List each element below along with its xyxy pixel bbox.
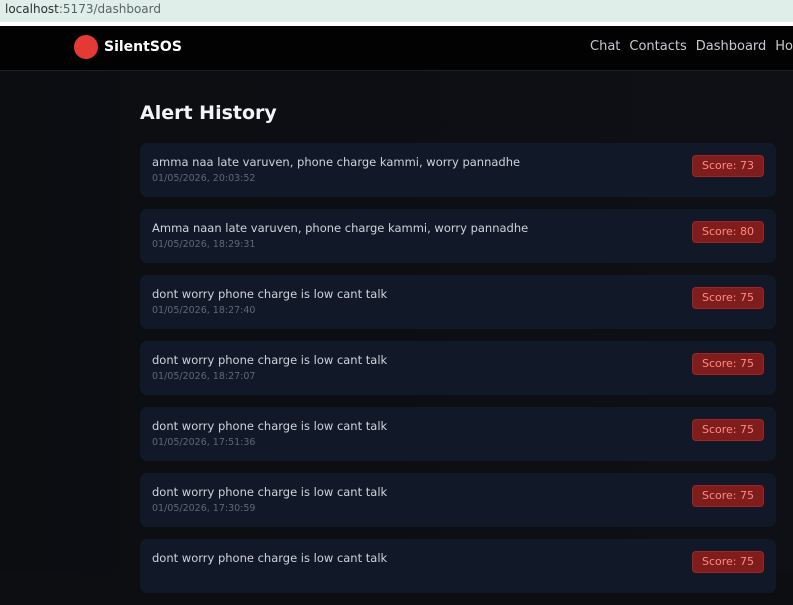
nav-link-dashboard[interactable]: Dashboard: [696, 39, 767, 54]
alert-timestamp: 01/05/2026, 18:27:40: [152, 305, 256, 316]
alert-card[interactable]: Amma naan late varuven, phone charge kam…: [140, 209, 776, 263]
score-badge: Score: 75: [691, 551, 764, 573]
alert-list: amma naa late varuven, phone charge kamm…: [140, 143, 776, 605]
top-navbar: SilentSOS Chat Contacts Dashboard How: [0, 26, 793, 71]
alert-card[interactable]: dont worry phone charge is low cant talk…: [140, 275, 776, 329]
logo-dot-icon[interactable]: [74, 35, 98, 59]
alert-card[interactable]: dont worry phone charge is low cant talk…: [140, 539, 776, 593]
alert-timestamp: 01/05/2026, 18:27:07: [152, 371, 256, 382]
alert-message: dont worry phone charge is low cant talk: [152, 485, 388, 499]
nav-link-how[interactable]: How: [775, 39, 793, 54]
score-badge: Score: 73: [691, 155, 764, 177]
alert-timestamp: 01/05/2026, 17:30:59: [152, 503, 256, 514]
alert-message: dont worry phone charge is low cant talk: [152, 287, 388, 301]
score-badge: Score: 80: [691, 221, 764, 243]
alert-message: Amma naan late varuven, phone charge kam…: [152, 221, 529, 235]
alert-card[interactable]: amma naa late varuven, phone charge kamm…: [140, 143, 776, 197]
score-badge: Score: 75: [691, 419, 764, 441]
score-badge: Score: 75: [691, 353, 764, 375]
address-bar[interactable]: localhost:5173/dashboard: [0, 0, 793, 22]
alert-message: dont worry phone charge is low cant talk: [152, 551, 388, 565]
alert-message: amma naa late varuven, phone charge kamm…: [152, 155, 521, 169]
alert-card[interactable]: dont worry phone charge is low cant talk…: [140, 341, 776, 395]
url-host: localhost: [5, 2, 59, 16]
alert-card[interactable]: dont worry phone charge is low cant talk…: [140, 473, 776, 527]
url-path: :5173/dashboard: [58, 2, 161, 16]
alert-timestamp: 01/05/2026, 18:29:31: [152, 239, 256, 250]
brand-name[interactable]: SilentSOS: [104, 38, 182, 56]
nav-links: Chat Contacts Dashboard How: [590, 38, 793, 56]
nav-link-contacts[interactable]: Contacts: [629, 39, 686, 54]
alert-card[interactable]: dont worry phone charge is low cant talk…: [140, 407, 776, 461]
alert-message: dont worry phone charge is low cant talk: [152, 353, 388, 367]
score-badge: Score: 75: [691, 287, 764, 309]
alert-timestamp: 01/05/2026, 17:51:36: [152, 437, 256, 448]
alert-message: dont worry phone charge is low cant talk: [152, 419, 388, 433]
page-title: Alert History: [140, 102, 277, 124]
nav-link-chat[interactable]: Chat: [590, 39, 620, 54]
alert-timestamp: 01/05/2026, 20:03:52: [152, 173, 256, 184]
score-badge: Score: 75: [691, 485, 764, 507]
